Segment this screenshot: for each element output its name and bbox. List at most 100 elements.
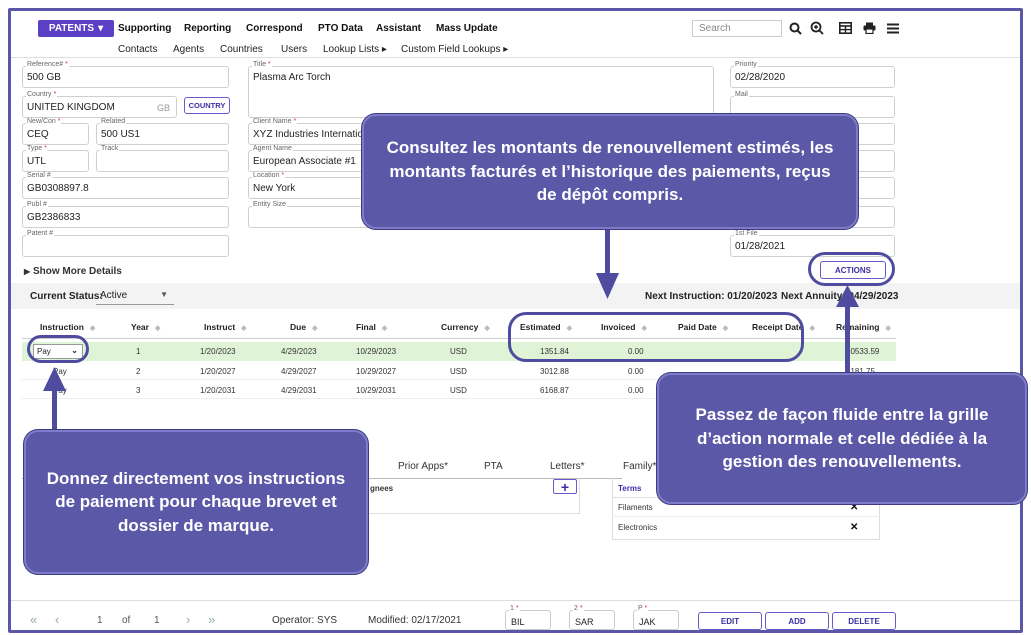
country-button[interactable]: COUNTRY: [184, 97, 230, 114]
related-field[interactable]: Related 500 US1: [96, 118, 229, 145]
col-currency[interactable]: Currency ◆: [441, 322, 490, 332]
add-button[interactable]: ADD: [765, 612, 829, 630]
prev-page-icon[interactable]: ‹: [55, 612, 59, 627]
entity-size-label: Entity Size: [252, 201, 288, 208]
subnav-agents[interactable]: Agents: [173, 44, 204, 55]
callout-renewal-grid: Passez de façon fluide entre la grille d…: [657, 373, 1027, 504]
chevron-down-icon: ▼: [160, 290, 168, 299]
family-item-filaments: Filaments: [618, 503, 653, 512]
delete-button[interactable]: DELETE: [832, 612, 896, 630]
row2-final: 10/29/2027: [356, 367, 397, 376]
add-row-button[interactable]: +: [553, 479, 577, 495]
publ-field[interactable]: Publ # GB2386833: [22, 201, 229, 228]
title-field[interactable]: Title * Plasma Arc Torch: [248, 61, 714, 118]
col-final[interactable]: Final ◆: [356, 322, 387, 332]
initials-field-1[interactable]: 1 * BIL: [505, 605, 551, 630]
row1-final: 10/29/2023: [356, 347, 397, 356]
initials-field-3[interactable]: P * JAK: [633, 605, 679, 630]
country-label: Country: [27, 91, 52, 98]
initials-field-2[interactable]: 2 * SAR: [569, 605, 615, 630]
status-select[interactable]: Active ▼: [96, 288, 174, 305]
type-value: UTL: [27, 156, 46, 167]
tab-prior-apps[interactable]: Prior Apps*: [398, 461, 448, 472]
remove-electronics-icon[interactable]: ✕: [850, 522, 858, 533]
initials-label-2: 2: [574, 605, 578, 612]
search-icon[interactable]: [786, 19, 804, 37]
priority-field[interactable]: Priority 02/28/2020: [730, 61, 895, 88]
operator: Operator: SYS: [272, 615, 338, 626]
title-value: Plasma Arc Torch: [253, 72, 331, 83]
row3-year: 3: [136, 386, 141, 395]
reference-value: 500 GB: [27, 72, 61, 83]
tab-letters[interactable]: Letters*: [550, 461, 584, 472]
track-label: Track: [100, 145, 120, 152]
reference-field[interactable]: Reference# * 500 GB: [22, 61, 229, 88]
nav-supporting[interactable]: Supporting: [118, 20, 171, 37]
subnav-contacts[interactable]: Contacts: [118, 44, 157, 55]
next-page-icon[interactable]: ›: [186, 612, 190, 627]
hamburger-menu-icon[interactable]: [884, 19, 902, 37]
nav-pto-data[interactable]: PTO Data: [318, 20, 363, 37]
first-file-value: 01/28/2021: [735, 241, 786, 252]
subnav-lookup-lists[interactable]: Lookup Lists ▸: [323, 44, 387, 55]
page-of: of: [122, 615, 131, 626]
newcon-field[interactable]: New/Con * CEQ: [22, 118, 89, 145]
subnav-countries[interactable]: Countries: [220, 44, 263, 55]
subnav-users[interactable]: Users: [281, 44, 307, 55]
search-input[interactable]: Search: [692, 20, 782, 37]
nav-reporting[interactable]: Reporting: [184, 20, 231, 37]
family-item-electronics: Electronics: [618, 523, 658, 532]
zoom-in-icon[interactable]: [808, 19, 826, 37]
serial-field[interactable]: Serial # GB0308897.8: [22, 172, 229, 199]
first-page-icon[interactable]: «: [30, 612, 37, 627]
arrow-head-down-icon: [596, 273, 619, 299]
initials-value-2: SAR: [575, 617, 594, 627]
publ-label: Publ #: [26, 201, 48, 208]
initials-value-1: BIL: [511, 617, 525, 627]
newcon-value: CEQ: [27, 129, 49, 140]
first-file-label: 1st File: [734, 230, 759, 237]
col-instruction[interactable]: Instruction ◆: [40, 322, 95, 332]
callout-payment-instructions: Donnez directement vos instructions de p…: [24, 430, 368, 574]
row2-instruct: 1/20/2027: [200, 367, 236, 376]
agent-label: Agent Name: [252, 145, 293, 152]
patent-field[interactable]: Patent #: [22, 230, 229, 257]
patents-label: PATENTS: [48, 23, 95, 34]
priority-label: Priority: [734, 61, 758, 68]
highlight-actions-button: [808, 252, 895, 286]
location-value: New York: [253, 183, 296, 194]
row3-invoiced: 0.00: [628, 386, 644, 395]
edit-button[interactable]: EDIT: [698, 612, 762, 630]
print-icon[interactable]: [860, 19, 878, 37]
grid-icon[interactable]: [836, 19, 854, 37]
agent-value: European Associate #1: [253, 156, 356, 167]
caret-right-icon: ▶: [24, 267, 31, 276]
client-label: Client Name: [253, 118, 292, 125]
col-due[interactable]: Due ◆: [290, 322, 317, 332]
type-field[interactable]: Type * UTL: [22, 145, 89, 172]
callout-estimated-amounts: Consultez les montants de renouvellement…: [362, 114, 858, 229]
col-year[interactable]: Year ◆: [131, 322, 160, 332]
track-field[interactable]: Track: [96, 145, 229, 172]
subnav-custom-field-lookups[interactable]: Custom Field Lookups ▸: [401, 44, 508, 55]
show-more-details-link[interactable]: ▶ Show More Details: [24, 266, 122, 277]
nav-mass-update[interactable]: Mass Update: [436, 20, 498, 37]
country-field[interactable]: Country * UNITED KINGDOM: [22, 91, 177, 118]
row1-due: 4/29/2023: [281, 347, 317, 356]
nav-correspond[interactable]: Correspond: [246, 20, 303, 37]
arrow-head-up-icon: [836, 285, 859, 307]
page-total: 1: [154, 615, 160, 626]
page-current: 1: [97, 615, 103, 626]
row2-currency: USD: [450, 367, 467, 376]
nav-assistant[interactable]: Assistant: [376, 20, 421, 37]
mail-label: Mail: [734, 91, 749, 98]
tab-family[interactable]: Family*: [623, 461, 656, 472]
last-page-icon[interactable]: »: [208, 612, 215, 627]
row1-year: 1: [136, 347, 141, 356]
highlight-amount-columns: [508, 312, 804, 362]
row1-currency: USD: [450, 347, 467, 356]
row3-due: 4/29/2031: [281, 386, 317, 395]
col-instruct[interactable]: Instruct ◆: [204, 322, 247, 332]
patents-menu-button[interactable]: PATENTS ▾: [38, 20, 114, 37]
tab-pta[interactable]: PTA: [484, 461, 503, 472]
